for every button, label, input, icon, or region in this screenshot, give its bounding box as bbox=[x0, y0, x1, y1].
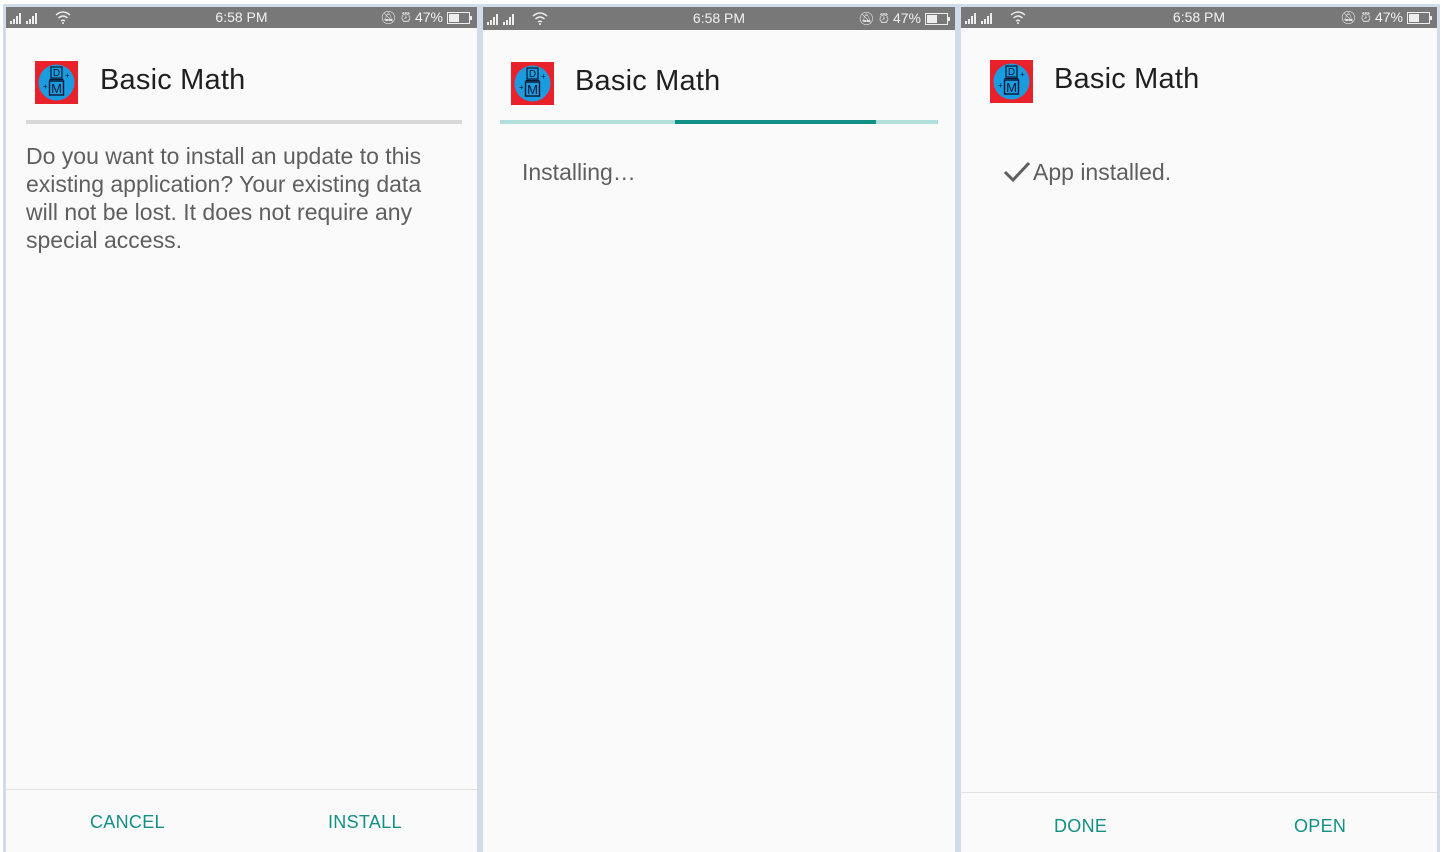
battery-percent: 47% bbox=[892, 10, 921, 26]
header-divider bbox=[26, 120, 462, 124]
install-prompt-screen: 6:58 PM 🔕︎ ⏰︎ 47% D M + + Basic Math Do bbox=[3, 4, 480, 852]
notification-muted-icon: 🔕︎ bbox=[380, 10, 397, 25]
svg-text:M: M bbox=[527, 82, 538, 97]
battery-percent: 47% bbox=[1374, 9, 1403, 25]
alarm-icon: ⏰︎ bbox=[878, 11, 889, 26]
app-title: Basic Math bbox=[100, 64, 246, 96]
alarm-icon: ⏰︎ bbox=[1360, 10, 1371, 25]
install-prompt-message: Do you want to install an update to this… bbox=[26, 143, 422, 253]
svg-text:D: D bbox=[1008, 67, 1015, 78]
app-header: D M + + Basic Math bbox=[483, 28, 955, 120]
cancel-button[interactable]: CANCEL bbox=[90, 812, 165, 833]
app-logo-icon: D M + + bbox=[35, 61, 78, 104]
install-progress-fill bbox=[675, 120, 877, 124]
status-bar: 6:58 PM 🔕︎ ⏰︎ 47% bbox=[6, 7, 477, 28]
svg-text:+: + bbox=[519, 83, 524, 92]
app-title: Basic Math bbox=[575, 65, 721, 97]
svg-text:+: + bbox=[541, 72, 546, 81]
svg-text:+: + bbox=[1020, 70, 1025, 79]
app-title: Basic Math bbox=[1054, 63, 1200, 95]
battery-percent: 47% bbox=[414, 9, 443, 25]
app-header: D M + + Basic Math bbox=[961, 28, 1437, 120]
install-complete-message: App installed. bbox=[1033, 159, 1172, 185]
button-bar: DONE OPEN bbox=[961, 792, 1437, 852]
alarm-icon: ⏰︎ bbox=[400, 10, 411, 25]
svg-text:+: + bbox=[65, 71, 70, 80]
install-button[interactable]: INSTALL bbox=[328, 812, 402, 833]
status-bar: 6:58 PM 🔕︎ ⏰︎ 47% bbox=[483, 7, 955, 30]
status-bar: 6:58 PM 🔕︎ ⏰︎ 47% bbox=[961, 7, 1437, 28]
svg-text:D: D bbox=[53, 68, 60, 79]
installing-screen: 6:58 PM 🔕︎ ⏰︎ 47% D M + + Basic Math Ins… bbox=[480, 4, 958, 852]
notification-muted-icon: 🔕︎ bbox=[858, 11, 875, 26]
svg-text:M: M bbox=[51, 81, 62, 96]
open-button[interactable]: OPEN bbox=[1294, 816, 1346, 837]
battery-icon bbox=[1407, 11, 1432, 24]
installing-message: Installing… bbox=[522, 159, 636, 185]
svg-text:+: + bbox=[43, 82, 48, 91]
app-logo-icon: D M + + bbox=[511, 62, 554, 105]
button-bar: CANCEL INSTALL bbox=[6, 789, 477, 852]
app-logo-icon: D M + + bbox=[990, 60, 1033, 103]
checkmark-icon bbox=[1003, 161, 1031, 183]
battery-icon bbox=[925, 12, 950, 25]
svg-text:+: + bbox=[998, 81, 1003, 90]
app-header: D M + + Basic Math bbox=[6, 28, 477, 120]
install-complete-screen: 6:58 PM 🔕︎ ⏰︎ 47% D M + + Basic Math App… bbox=[958, 4, 1440, 852]
svg-text:D: D bbox=[529, 69, 536, 80]
install-progress-bar bbox=[500, 120, 938, 124]
battery-icon bbox=[447, 11, 472, 24]
svg-text:M: M bbox=[1006, 80, 1017, 95]
done-button[interactable]: DONE bbox=[1054, 816, 1107, 837]
notification-muted-icon: 🔕︎ bbox=[1340, 10, 1357, 25]
